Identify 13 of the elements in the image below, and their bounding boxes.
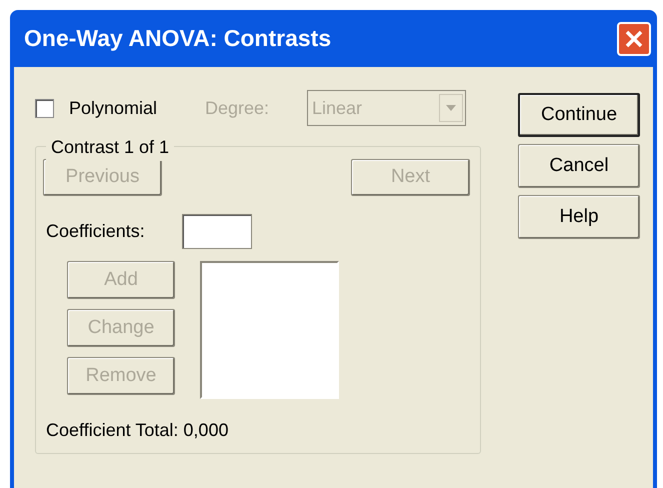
- dialog-button[interactable]: Continue: [518, 93, 640, 137]
- coefficient-list[interactable]: [200, 261, 339, 399]
- checkbox-label: Polynomial: [69, 96, 158, 120]
- dialog-button[interactable]: Cancel: [518, 144, 640, 188]
- close-button[interactable]: [617, 22, 651, 56]
- checkbox[interactable]: [35, 98, 54, 118]
- coefficient-input[interactable]: [182, 214, 252, 249]
- close-icon: [624, 28, 644, 48]
- coefficient-total: Coefficient Total: 0,000: [46, 419, 230, 442]
- degree-label: Degree:: [205, 96, 270, 120]
- window-title: One-Way ANOVA: Contrasts: [24, 24, 332, 54]
- coefficients-label: Coefficients:: [46, 220, 146, 243]
- dialog-button[interactable]: Help: [518, 195, 640, 239]
